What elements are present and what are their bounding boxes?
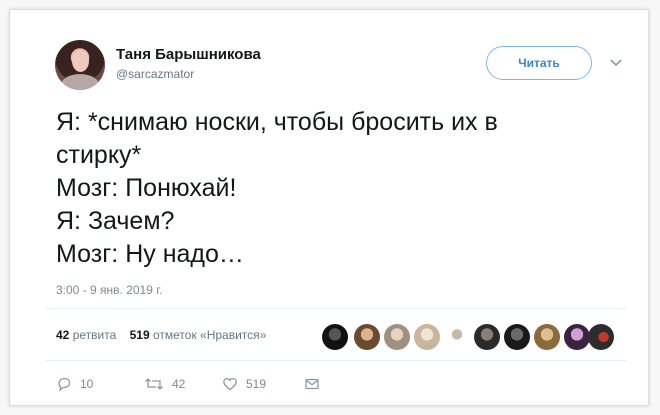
liker-avatar[interactable]: [504, 324, 530, 350]
author-handle[interactable]: @sarcazmator: [116, 67, 194, 81]
direct-message-button[interactable]: [304, 374, 320, 394]
tweet-stats: 42 ретвита 519 отметок «Нравится»: [56, 328, 266, 342]
like-button[interactable]: 519: [222, 374, 266, 394]
liker-avatar[interactable]: [534, 324, 560, 350]
liker-avatar[interactable]: [474, 324, 500, 350]
liker-avatar[interactable]: [414, 324, 440, 350]
liker-avatar[interactable]: [444, 324, 470, 350]
message-icon: [305, 378, 319, 390]
retweet-icon: [145, 378, 163, 390]
liker-avatar[interactable]: [354, 324, 380, 350]
reply-icon: [58, 377, 71, 392]
liker-avatar[interactable]: [564, 324, 590, 350]
tweet-card: Таня Барышникова @sarcazmator Читать Я: …: [9, 9, 649, 406]
avatar[interactable]: [55, 40, 105, 90]
author-name[interactable]: Таня Барышникова: [116, 46, 261, 63]
like-icon: [223, 377, 237, 391]
avatar-face: [72, 50, 89, 72]
retweet-count: 42: [172, 377, 186, 391]
divider: [46, 308, 626, 309]
reply-button[interactable]: 10: [56, 374, 93, 394]
divider: [46, 360, 626, 361]
liker-avatar[interactable]: [384, 324, 410, 350]
liker-avatar[interactable]: [588, 324, 614, 350]
tweet-timestamp[interactable]: 3:00 - 9 янв. 2019 г.: [56, 283, 162, 297]
retweets-label[interactable]: ретвита: [73, 328, 117, 342]
chevron-down-icon[interactable]: [609, 56, 623, 70]
follow-button[interactable]: Читать: [486, 46, 592, 80]
retweet-button[interactable]: 42: [144, 374, 185, 394]
liker-avatar[interactable]: [322, 324, 348, 350]
retweets-count[interactable]: 42: [56, 328, 69, 342]
tweet-actions: 10 42 519: [56, 374, 356, 394]
likes-count[interactable]: 519: [130, 328, 150, 342]
like-count: 519: [246, 377, 267, 391]
reply-count: 10: [80, 377, 94, 391]
avatar-shoulders: [61, 74, 99, 90]
likes-label[interactable]: отметок «Нравится»: [153, 328, 266, 342]
tweet-text: Я: *снимаю носки, чтобы бросить их в сти…: [56, 108, 498, 268]
